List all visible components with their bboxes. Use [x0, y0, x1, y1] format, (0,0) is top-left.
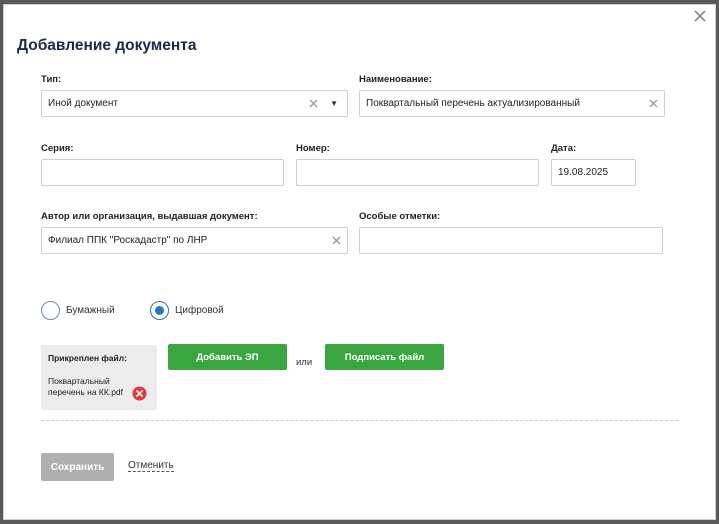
series-input[interactable]	[41, 159, 284, 186]
add-document-dialog: Добавление документа Тип: Иной документ …	[3, 4, 716, 520]
radio-paper-circle[interactable]	[41, 301, 60, 320]
author-label: Автор или организация, выдавшая документ…	[41, 211, 258, 222]
sign-file-button[interactable]: Подписать файл	[325, 344, 444, 370]
radio-digital-label: Цифровой	[175, 305, 224, 316]
name-input[interactable]: Поквартальный перечень актуализированный	[359, 90, 665, 117]
save-button[interactable]: Сохранить	[41, 453, 114, 481]
divider	[41, 420, 678, 421]
clear-icon[interactable]	[649, 99, 658, 108]
dropdown-arrow-icon[interactable]: ▼	[330, 99, 338, 108]
attached-file-panel: Прикреплен файл: Поквартальный перечень …	[41, 345, 157, 410]
number-input[interactable]	[296, 159, 539, 186]
date-value: 19.08.2025	[558, 167, 609, 178]
close-icon[interactable]	[693, 9, 707, 23]
series-label: Серия:	[41, 143, 74, 154]
remove-file-icon[interactable]	[132, 386, 147, 401]
notes-label: Особые отметки:	[359, 211, 441, 222]
clear-icon[interactable]	[332, 236, 341, 245]
author-value: Филиал ППК "Роскадастр" по ЛНР	[48, 235, 208, 246]
cancel-link[interactable]: Отменить	[128, 460, 174, 472]
or-text: или	[296, 357, 313, 368]
type-select[interactable]: Иной документ ▼	[41, 90, 348, 117]
clear-icon[interactable]	[309, 99, 318, 108]
number-label: Номер:	[296, 143, 330, 154]
type-label: Тип:	[41, 74, 62, 85]
radio-paper-label: Бумажный	[66, 305, 115, 316]
radio-paper[interactable]: Бумажный	[41, 301, 115, 320]
name-label: Наименование:	[359, 74, 432, 85]
author-input[interactable]: Филиал ППК "Роскадастр" по ЛНР	[41, 227, 348, 254]
radio-digital-circle[interactable]	[150, 301, 169, 320]
date-input[interactable]: 19.08.2025	[551, 159, 636, 186]
dialog-title: Добавление документа	[17, 37, 197, 54]
date-label: Дата:	[551, 143, 577, 154]
attached-file-header: Прикреплен файл:	[48, 353, 127, 363]
attached-file-name: Поквартальный перечень на КК.pdf	[48, 376, 124, 397]
add-signature-button[interactable]: Добавить ЭП	[168, 344, 287, 370]
radio-digital[interactable]: Цифровой	[150, 301, 224, 320]
notes-input[interactable]	[359, 227, 663, 254]
name-value: Поквартальный перечень актуализированный	[366, 98, 580, 109]
type-value: Иной документ	[48, 98, 118, 109]
